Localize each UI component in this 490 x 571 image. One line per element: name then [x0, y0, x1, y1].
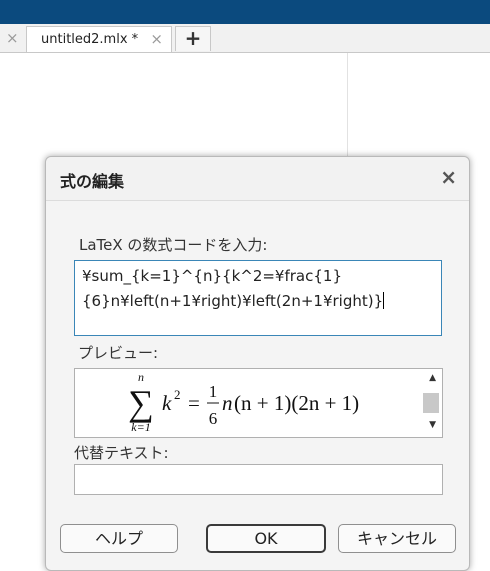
- sum-lower-limit: k=1: [131, 420, 150, 434]
- scroll-down-arrow-icon[interactable]: ▼: [429, 420, 436, 430]
- add-tab-button[interactable]: +: [175, 26, 211, 51]
- latex-code-line-1: ¥sum_{k=1}^{n}{k^2=¥frac{1}: [82, 267, 342, 285]
- fraction-numerator: 1: [209, 382, 218, 401]
- alt-text-input[interactable]: [74, 464, 443, 495]
- equals-sign: =: [188, 391, 200, 415]
- ok-button[interactable]: OK: [206, 524, 326, 553]
- scrollbar-thumb[interactable]: [423, 393, 439, 413]
- cancel-button[interactable]: キャンセル: [338, 524, 456, 553]
- preview-label: プレビュー:: [78, 344, 159, 362]
- latex-input-label: LaTeX の数式コードを入力:: [79, 236, 268, 254]
- latex-code-input[interactable]: ¥sum_{k=1}^{n}{k^2=¥frac{1} {6}n¥left(n+…: [74, 260, 442, 336]
- equation-render: n ∑ k=1 k 2 = 1 6 n (n + 1)(2n + 1): [128, 370, 359, 434]
- alt-text-label: 代替テキスト:: [74, 444, 169, 462]
- sum-symbol: ∑: [128, 383, 154, 423]
- term-products: (n + 1)(2n + 1): [234, 391, 359, 415]
- close-icon[interactable]: ×: [440, 165, 457, 189]
- tab-label: untitled2.mlx *: [41, 32, 139, 47]
- dialog-header: 式の編集 ×: [46, 157, 469, 201]
- text-caret: [383, 292, 385, 309]
- sum-upper-limit: n: [138, 370, 144, 384]
- term-k: k: [162, 391, 172, 415]
- close-icon[interactable]: ×: [150, 30, 163, 48]
- fraction-denominator: 6: [209, 409, 218, 428]
- term-exponent: 2: [174, 387, 181, 402]
- help-button[interactable]: ヘルプ: [60, 524, 178, 553]
- term-n: n: [222, 391, 233, 415]
- window-titlebar: [0, 0, 490, 24]
- close-icon[interactable]: ×: [6, 29, 19, 47]
- scroll-up-arrow-icon[interactable]: ▲: [429, 373, 436, 383]
- equation-preview: n ∑ k=1 k 2 = 1 6 n (n + 1)(2n + 1) ▲ ▼: [74, 368, 443, 438]
- edit-equation-dialog: 式の編集 × LaTeX の数式コードを入力: ¥sum_{k=1}^{n}{k…: [45, 156, 470, 571]
- dialog-title: 式の編集: [60, 172, 125, 191]
- tab-untitled2[interactable]: untitled2.mlx * ×: [26, 26, 172, 52]
- latex-code-line-2: {6}n¥left(n+1¥right)¥left(2n+1¥right)}: [82, 292, 384, 310]
- tab-strip: × untitled2.mlx * × +: [0, 24, 490, 53]
